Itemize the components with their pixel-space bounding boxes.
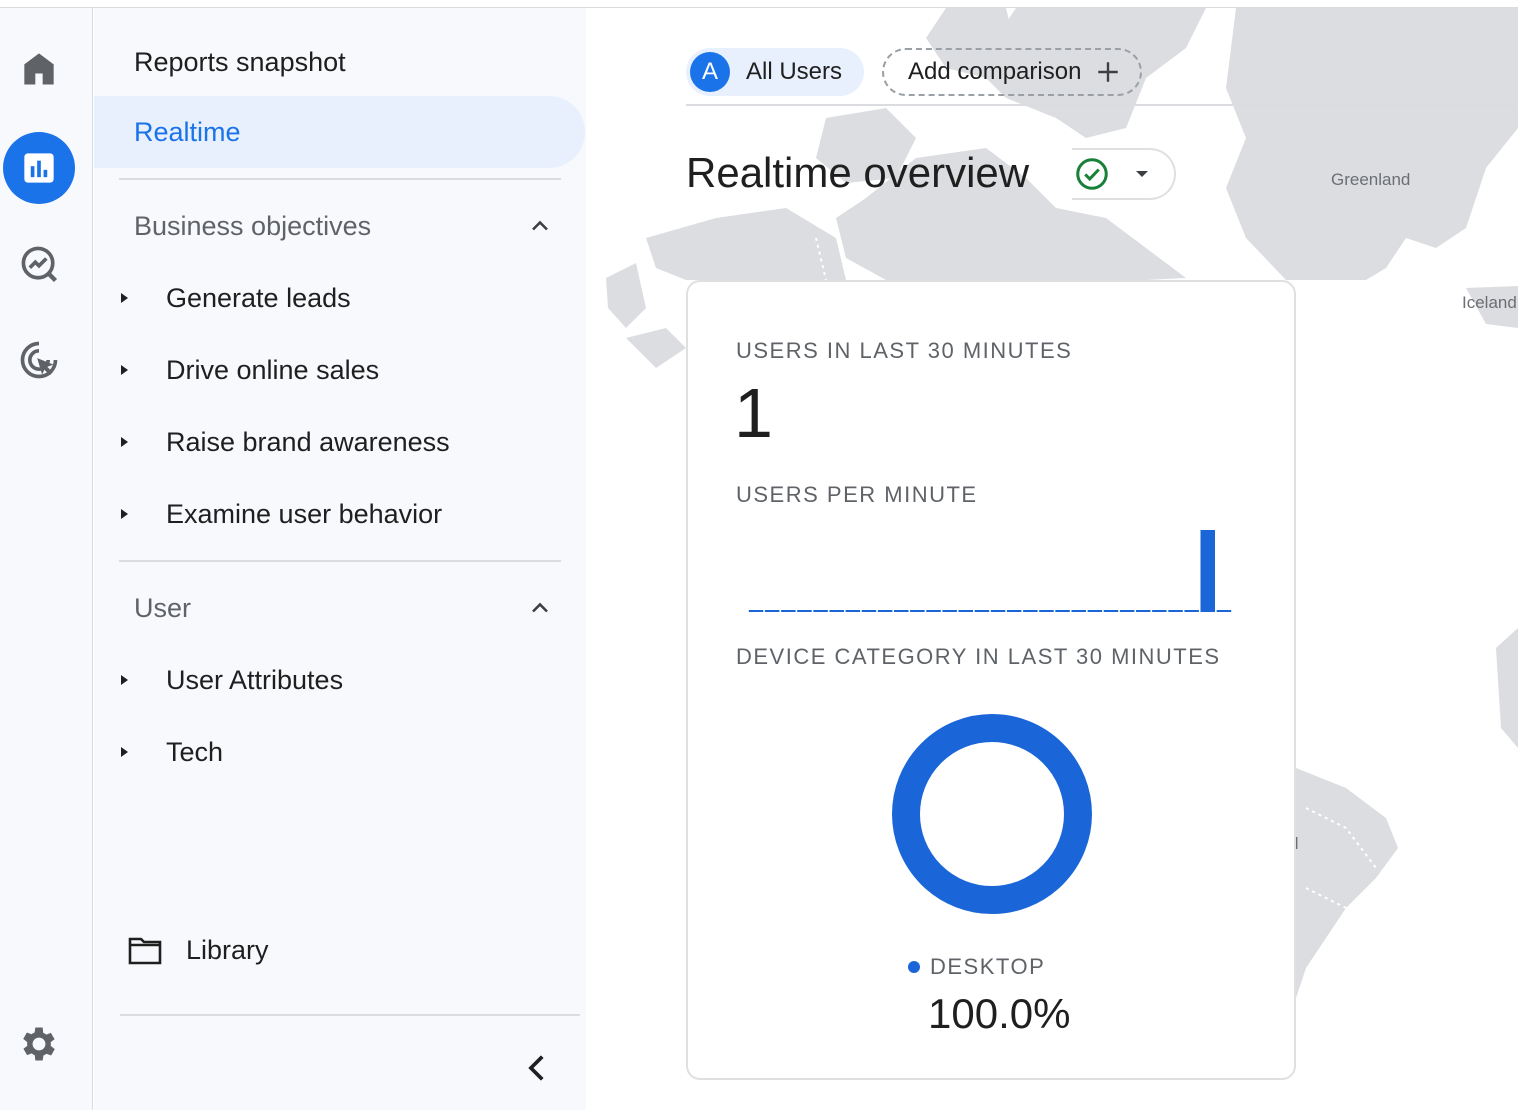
bar-minute-2[interactable] (764, 610, 780, 612)
nav-realtime[interactable]: Realtime (94, 96, 585, 168)
slice-desktop[interactable] (892, 714, 1092, 914)
bar-minute-29[interactable] (1200, 530, 1216, 612)
advertising-icon[interactable] (3, 324, 75, 396)
library-label: Library (186, 934, 269, 965)
caret-right-icon (121, 365, 128, 375)
nav-item-label: Generate leads (166, 282, 351, 313)
bar-minute-4[interactable] (797, 610, 812, 612)
nav-examine-user-behavior[interactable]: Examine user behavior (118, 494, 442, 534)
folder-icon (128, 937, 162, 965)
bar-minute-6[interactable] (829, 610, 845, 612)
divider (120, 1014, 580, 1016)
nav-item-label: Tech (166, 736, 224, 767)
all-users-label: All Users (746, 58, 843, 85)
section-user[interactable]: User (134, 588, 554, 628)
main-content: Greenland Iceland il A All Users Add com… (586, 8, 1518, 1110)
caret-right-icon (121, 437, 128, 447)
device-label: DEVICE CATEGORY IN LAST 30 MINUTES (736, 644, 1221, 669)
collapse-nav-button[interactable] (518, 1048, 558, 1088)
caret-right-icon (121, 509, 128, 519)
check-circle-icon (1076, 158, 1108, 190)
bar-minute-7[interactable] (845, 610, 861, 612)
users-per-minute-chart[interactable] (748, 526, 1232, 616)
device-legend: DESKTOP (908, 954, 1045, 980)
bar-minute-18[interactable] (1023, 610, 1038, 612)
avatar: A (690, 52, 730, 92)
bar-minute-1[interactable] (748, 610, 764, 612)
bar-minute-9[interactable] (877, 610, 893, 612)
nav-library[interactable]: Library (128, 928, 269, 972)
add-comparison-label: Add comparison (908, 58, 1082, 85)
bar-minute-28[interactable] (1184, 610, 1199, 612)
top-border (0, 0, 1518, 8)
bar-minute-22[interactable] (1087, 610, 1103, 612)
add-comparison-button[interactable]: Add comparison (882, 48, 1142, 96)
dropdown-arrow-icon (1136, 171, 1148, 177)
legend-dot (908, 961, 920, 973)
nav-item-label: User Attributes (166, 664, 344, 695)
bar-minute-14[interactable] (958, 610, 974, 612)
nav-raise-brand-awareness[interactable]: Raise brand awareness (118, 422, 450, 462)
realtime-card: USERS IN LAST 30 MINUTES 1 USERS PER MIN… (686, 280, 1296, 1080)
section-label: User (134, 592, 192, 623)
bar-minute-20[interactable] (1055, 610, 1070, 612)
divider (119, 178, 561, 180)
header-divider (686, 104, 1518, 106)
chevron-left-icon (528, 1055, 544, 1081)
map-label-iceland: Iceland (1462, 293, 1517, 312)
nav-item-label: Raise brand awareness (166, 426, 450, 457)
reports-nav: Reports snapshot Realtime Business objec… (94, 8, 586, 1110)
bar-minute-27[interactable] (1168, 610, 1183, 612)
home-icon[interactable] (3, 32, 75, 104)
bar-minute-26[interactable] (1152, 610, 1167, 612)
bar-minute-8[interactable] (861, 610, 877, 612)
nav-drive-online-sales[interactable]: Drive online sales (118, 350, 379, 390)
reports-icon[interactable] (3, 132, 75, 204)
map-label-greenland: Greenland (1331, 170, 1411, 189)
nav-generate-leads[interactable]: Generate leads (118, 278, 351, 318)
settings-icon[interactable] (3, 1008, 75, 1080)
bar-minute-16[interactable] (990, 610, 1006, 612)
legend-name: DESKTOP (930, 954, 1046, 979)
nav-reports-snapshot[interactable]: Reports snapshot (134, 42, 346, 82)
bar-minute-3[interactable] (781, 610, 796, 612)
users-label: USERS IN LAST 30 MINUTES (736, 338, 1073, 363)
bar-minute-30[interactable] (1216, 610, 1232, 612)
bar-minute-13[interactable] (942, 610, 957, 612)
bar-minute-15[interactable] (974, 610, 990, 612)
bar-minute-10[interactable] (894, 610, 909, 612)
nav-user-attributes[interactable]: User Attributes (118, 660, 343, 700)
chevron-up-icon[interactable] (526, 594, 554, 622)
users-value: 1 (734, 374, 773, 452)
bar-minute-19[interactable] (1039, 610, 1054, 612)
nav-item-label: Examine user behavior (166, 498, 443, 529)
caret-right-icon (121, 293, 128, 303)
divider (119, 560, 561, 562)
page-title: Realtime overview (686, 149, 1030, 196)
per-minute-label: USERS PER MINUTE (736, 482, 978, 507)
caret-right-icon (121, 747, 128, 757)
chevron-up-icon[interactable] (526, 212, 554, 240)
legend-value: 100.0% (928, 990, 1071, 1037)
nav-tech[interactable]: Tech (118, 732, 223, 772)
bar-minute-11[interactable] (910, 610, 925, 612)
bar-minute-12[interactable] (926, 610, 941, 612)
bar-minute-25[interactable] (1136, 610, 1151, 612)
plus-icon (1098, 62, 1119, 82)
icon-rail (0, 8, 93, 1110)
device-donut-chart[interactable] (890, 712, 1094, 916)
section-business-objectives[interactable]: Business objectives (134, 206, 554, 246)
bar-minute-21[interactable] (1071, 610, 1087, 612)
bar-minute-24[interactable] (1119, 610, 1135, 612)
nav-item-label: Drive online sales (166, 354, 380, 385)
section-label: Business objectives (134, 210, 372, 241)
bar-minute-17[interactable] (1006, 610, 1022, 612)
bar-minute-23[interactable] (1103, 610, 1119, 612)
explore-icon[interactable] (3, 228, 75, 300)
data-quality-dropdown[interactable] (1072, 148, 1176, 200)
bar-minute-5[interactable] (813, 610, 828, 612)
caret-right-icon (121, 675, 128, 685)
all-users-chip[interactable]: A All Users (686, 48, 864, 96)
